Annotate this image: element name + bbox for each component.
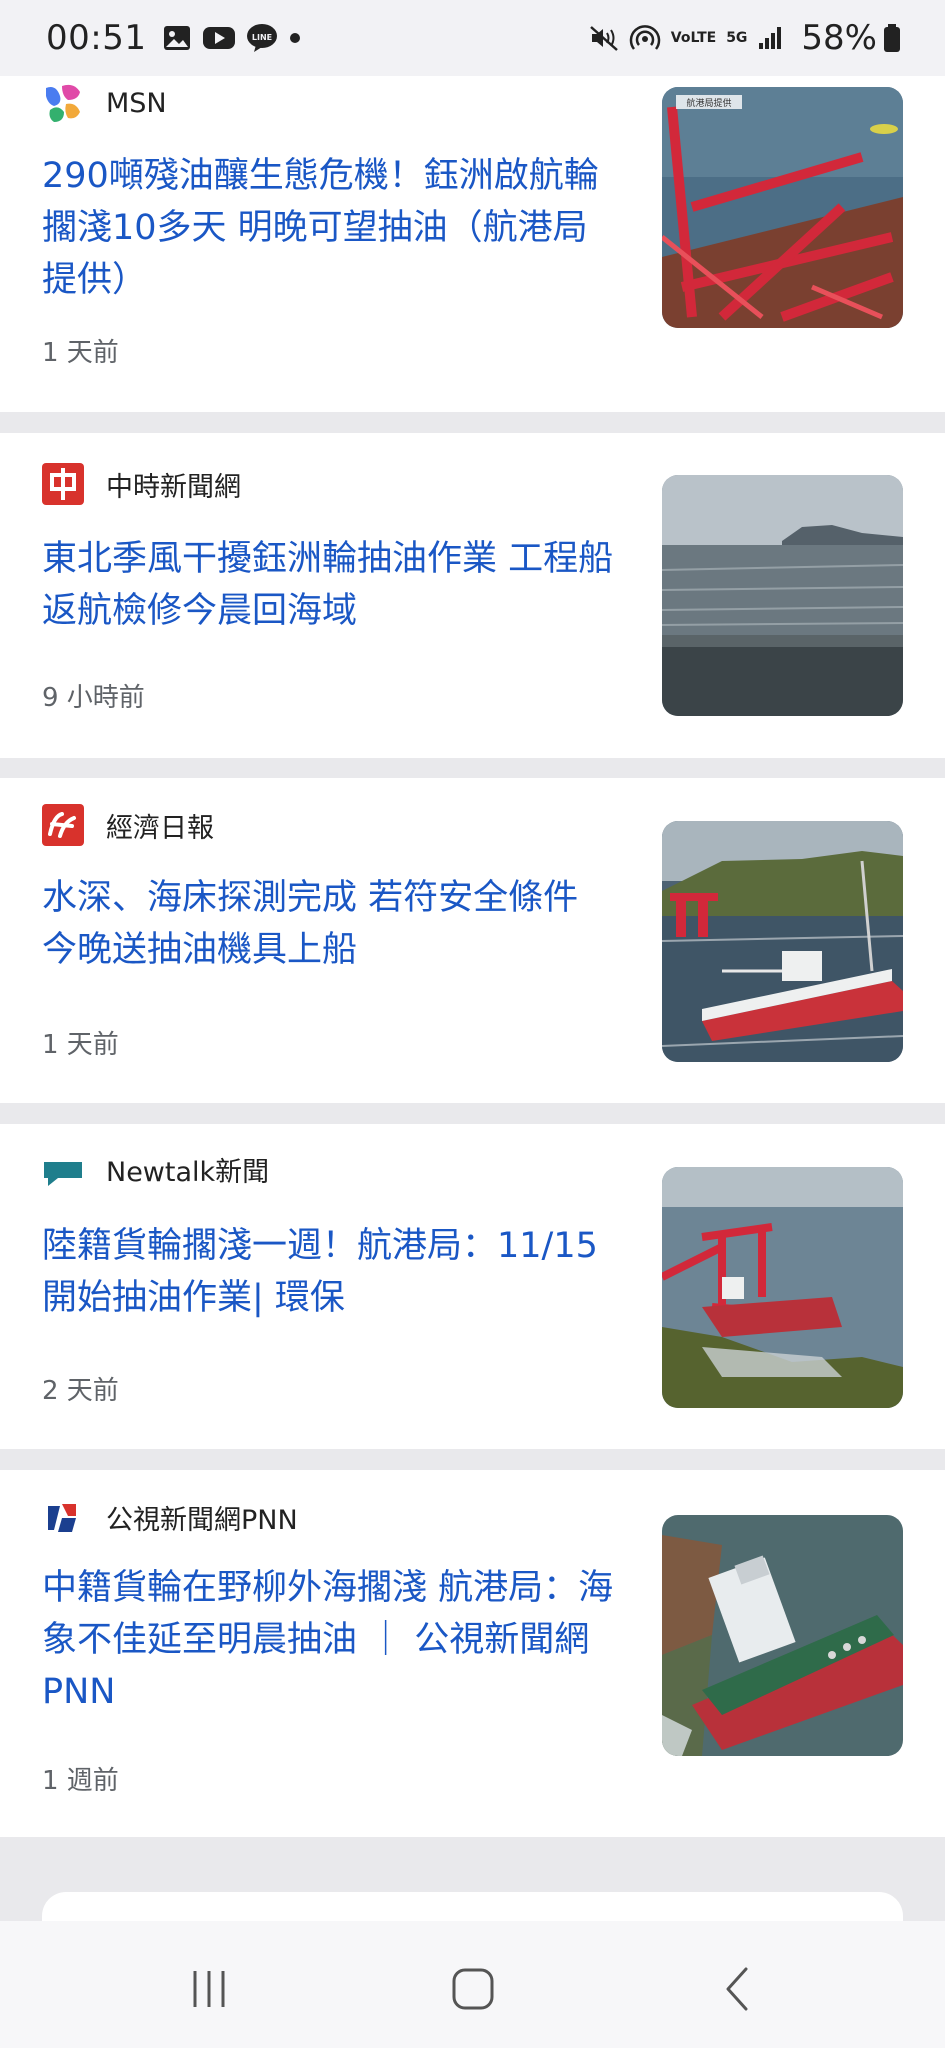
article-thumbnail[interactable]: [662, 821, 903, 1062]
back-icon: [726, 1967, 748, 2011]
back-button[interactable]: [708, 1959, 768, 2019]
source-row: MSN: [42, 82, 167, 124]
article-thumbnail[interactable]: [662, 1515, 903, 1756]
home-button[interactable]: [443, 1959, 503, 2019]
source-name: 中時新聞網: [106, 471, 241, 503]
navigation-bar: [0, 1921, 945, 2048]
news-card[interactable]: 經濟日報 水深、海床探測完成 若符安全條件 今晚送抽油機具上船 1 天前: [0, 778, 945, 1103]
recent-apps-icon: [193, 1971, 225, 2007]
gallery-icon: [162, 24, 192, 52]
article-title[interactable]: 東北季風干擾鈺洲輪抽油作業 工程船返航檢修今晨回海域: [42, 533, 622, 637]
signal-icon: [757, 25, 785, 51]
source-row: 經濟日報: [42, 804, 214, 846]
news-card[interactable]: 公視新聞網PNN 中籍貨輪在野柳外海擱淺 航港局：海象不佳延至明晨抽油 ｜ 公視…: [0, 1470, 945, 1837]
article-title[interactable]: 中籍貨輪在野柳外海擱淺 航港局：海象不佳延至明晨抽油 ｜ 公視新聞網 PNN: [42, 1562, 622, 1718]
source-name: 公視新聞網PNN: [106, 1504, 298, 1536]
home-icon: [452, 1968, 494, 2010]
recent-apps-button[interactable]: [179, 1959, 239, 2019]
thumb-caption: 航港局提供: [686, 97, 731, 109]
source-row: 公視新聞網PNN: [42, 1496, 298, 1538]
msn-logo-icon: [42, 82, 84, 124]
status-right: VoLTE 5G 58%: [589, 18, 901, 58]
source-name: MSN: [106, 87, 167, 119]
source-row: Newtalk新聞: [42, 1148, 269, 1190]
5g-icon: 5G: [726, 30, 748, 46]
hotspot-icon: [629, 23, 661, 53]
article-thumbnail[interactable]: [662, 1167, 903, 1408]
udn-money-logo-icon: [42, 804, 84, 846]
youtube-icon: [202, 25, 236, 51]
status-bar: 00:51 LINE VoLTE 5G 58%: [0, 0, 945, 76]
notification-dot-icon: [288, 31, 302, 45]
article-title[interactable]: 290噸殘油釀生態危機！鈺洲啟航輪擱淺10多天 明晚可望抽油（航港局提供）: [42, 150, 622, 306]
article-time: 1 天前: [42, 1030, 119, 1060]
volte-icon: VoLTE: [670, 30, 717, 46]
article-thumbnail[interactable]: 航港局提供: [662, 87, 903, 328]
newtalk-logo-icon: [42, 1148, 84, 1190]
status-time: 00:51: [46, 18, 147, 58]
article-time: 2 天前: [42, 1376, 119, 1406]
pts-logo-icon: [42, 1496, 84, 1538]
article-thumbnail[interactable]: [662, 475, 903, 716]
line-icon: LINE: [246, 23, 278, 53]
source-row: 中時新聞網: [42, 463, 241, 505]
article-time: 9 小時前: [42, 683, 145, 713]
article-title[interactable]: 水深、海床探測完成 若符安全條件 今晚送抽油機具上船: [42, 872, 622, 976]
article-title[interactable]: 陸籍貨輪擱淺一週！航港局：11/15開始抽油作業| 環保: [42, 1220, 622, 1324]
news-card[interactable]: 中時新聞網 東北季風干擾鈺洲輪抽油作業 工程船返航檢修今晨回海域 9 小時前: [0, 433, 945, 758]
status-left: 00:51 LINE: [46, 18, 312, 58]
battery-icon: [883, 23, 901, 53]
svg-text:LINE: LINE: [252, 33, 272, 42]
mute-vibrate-icon: [589, 24, 619, 52]
news-card[interactable]: MSN 290噸殘油釀生態危機！鈺洲啟航輪擱淺10多天 明晚可望抽油（航港局提供…: [0, 60, 945, 412]
news-card[interactable]: Newtalk新聞 陸籍貨輪擱淺一週！航港局：11/15開始抽油作業| 環保 2…: [0, 1124, 945, 1449]
source-name: Newtalk新聞: [106, 1156, 270, 1188]
article-time: 1 週前: [42, 1766, 119, 1796]
source-name: 經濟日報: [106, 812, 214, 844]
article-time: 1 天前: [42, 338, 119, 368]
battery-percent: 58%: [801, 18, 877, 58]
chinatimes-logo-icon: [42, 463, 84, 505]
